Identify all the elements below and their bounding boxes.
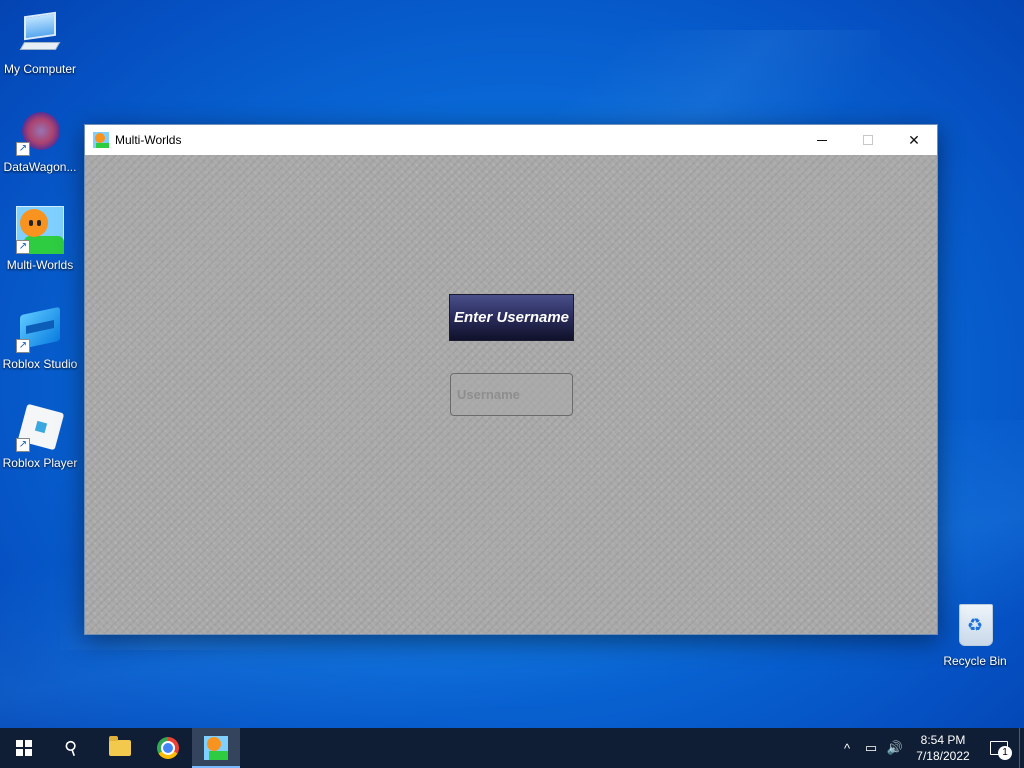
maximize-icon xyxy=(863,135,873,145)
app-canvas: Enter Username xyxy=(85,155,937,634)
search-button[interactable]: ⚲ xyxy=(48,728,96,768)
app-window: Multi-Worlds ✕ Enter Username xyxy=(84,124,938,635)
desktop-icon-label: Roblox Studio xyxy=(2,357,78,371)
start-button[interactable] xyxy=(0,728,48,768)
username-input[interactable] xyxy=(450,373,573,416)
desktop-icon-recycle-bin[interactable]: Recycle Bin xyxy=(935,602,1015,668)
shortcut-arrow-icon: ↗ xyxy=(16,240,30,254)
maximize-button[interactable] xyxy=(845,125,891,155)
chrome-icon xyxy=(157,737,179,759)
taskbar: ⚲ ^ ▭ 🔊 8:54 PM 7/18/2022 1 xyxy=(0,728,1024,768)
system-tray: ^ ▭ 🔊 8:54 PM 7/18/2022 1 xyxy=(835,728,1024,768)
clock-date: 7/18/2022 xyxy=(916,749,970,763)
minimize-button[interactable] xyxy=(799,125,845,155)
window-titlebar[interactable]: Multi-Worlds ✕ xyxy=(85,125,937,155)
desktop-icon-label: My Computer xyxy=(3,62,77,76)
taskbar-multi-worlds[interactable] xyxy=(192,728,240,768)
desktop-icon-label: DataWagon... xyxy=(3,160,77,174)
desktop-icon-label: Recycle Bin xyxy=(943,654,1007,668)
recycle-bin-icon xyxy=(951,602,999,650)
window-controls: ✕ xyxy=(799,125,937,155)
desktop-icon-datawagon[interactable]: ↗ DataWagon... xyxy=(0,108,80,174)
shortcut-arrow-icon: ↗ xyxy=(16,142,30,156)
roblox-studio-icon: ↗ xyxy=(16,305,64,353)
roblox-player-icon: ↗ xyxy=(16,403,65,452)
multi-worlds-icon xyxy=(204,736,228,760)
clock-time: 8:54 PM xyxy=(920,733,966,747)
shortcut-arrow-icon: ↗ xyxy=(16,438,30,452)
datawagon-icon: ↗ xyxy=(16,108,64,156)
close-button[interactable]: ✕ xyxy=(891,125,937,155)
chevron-up-icon[interactable]: ^ xyxy=(835,741,859,756)
desktop-icon-roblox-studio[interactable]: ↗ Roblox Studio xyxy=(0,305,80,371)
app-logo-icon xyxy=(93,132,109,148)
close-icon: ✕ xyxy=(908,131,920,148)
taskbar-chrome[interactable] xyxy=(144,728,192,768)
minimize-icon xyxy=(817,139,827,141)
notification-count-badge: 1 xyxy=(998,746,1012,760)
window-title: Multi-Worlds xyxy=(115,133,182,147)
multi-worlds-icon: ↗ xyxy=(16,206,64,254)
shortcut-arrow-icon: ↗ xyxy=(16,339,30,353)
folder-icon xyxy=(109,736,131,756)
desktop-icon-my-computer[interactable]: My Computer xyxy=(0,10,80,76)
notification-center-button[interactable]: 1 xyxy=(979,728,1019,768)
taskbar-clock[interactable]: 8:54 PM 7/18/2022 xyxy=(907,732,979,764)
windows-logo-icon xyxy=(16,740,32,756)
network-icon[interactable]: ▭ xyxy=(859,740,883,756)
search-icon: ⚲ xyxy=(62,735,82,760)
enter-username-heading: Enter Username xyxy=(449,294,574,341)
desktop-icon-label: Multi-Worlds xyxy=(6,258,74,272)
taskbar-file-explorer[interactable] xyxy=(96,728,144,768)
show-desktop-button[interactable] xyxy=(1019,728,1024,768)
desktop-icon-multi-worlds[interactable]: ↗ Multi-Worlds xyxy=(0,206,80,272)
volume-icon[interactable]: 🔊 xyxy=(883,740,907,756)
computer-icon xyxy=(16,10,64,58)
desktop-icon-label: Roblox Player xyxy=(2,456,78,470)
desktop-icon-roblox-player[interactable]: ↗ Roblox Player xyxy=(0,403,80,470)
